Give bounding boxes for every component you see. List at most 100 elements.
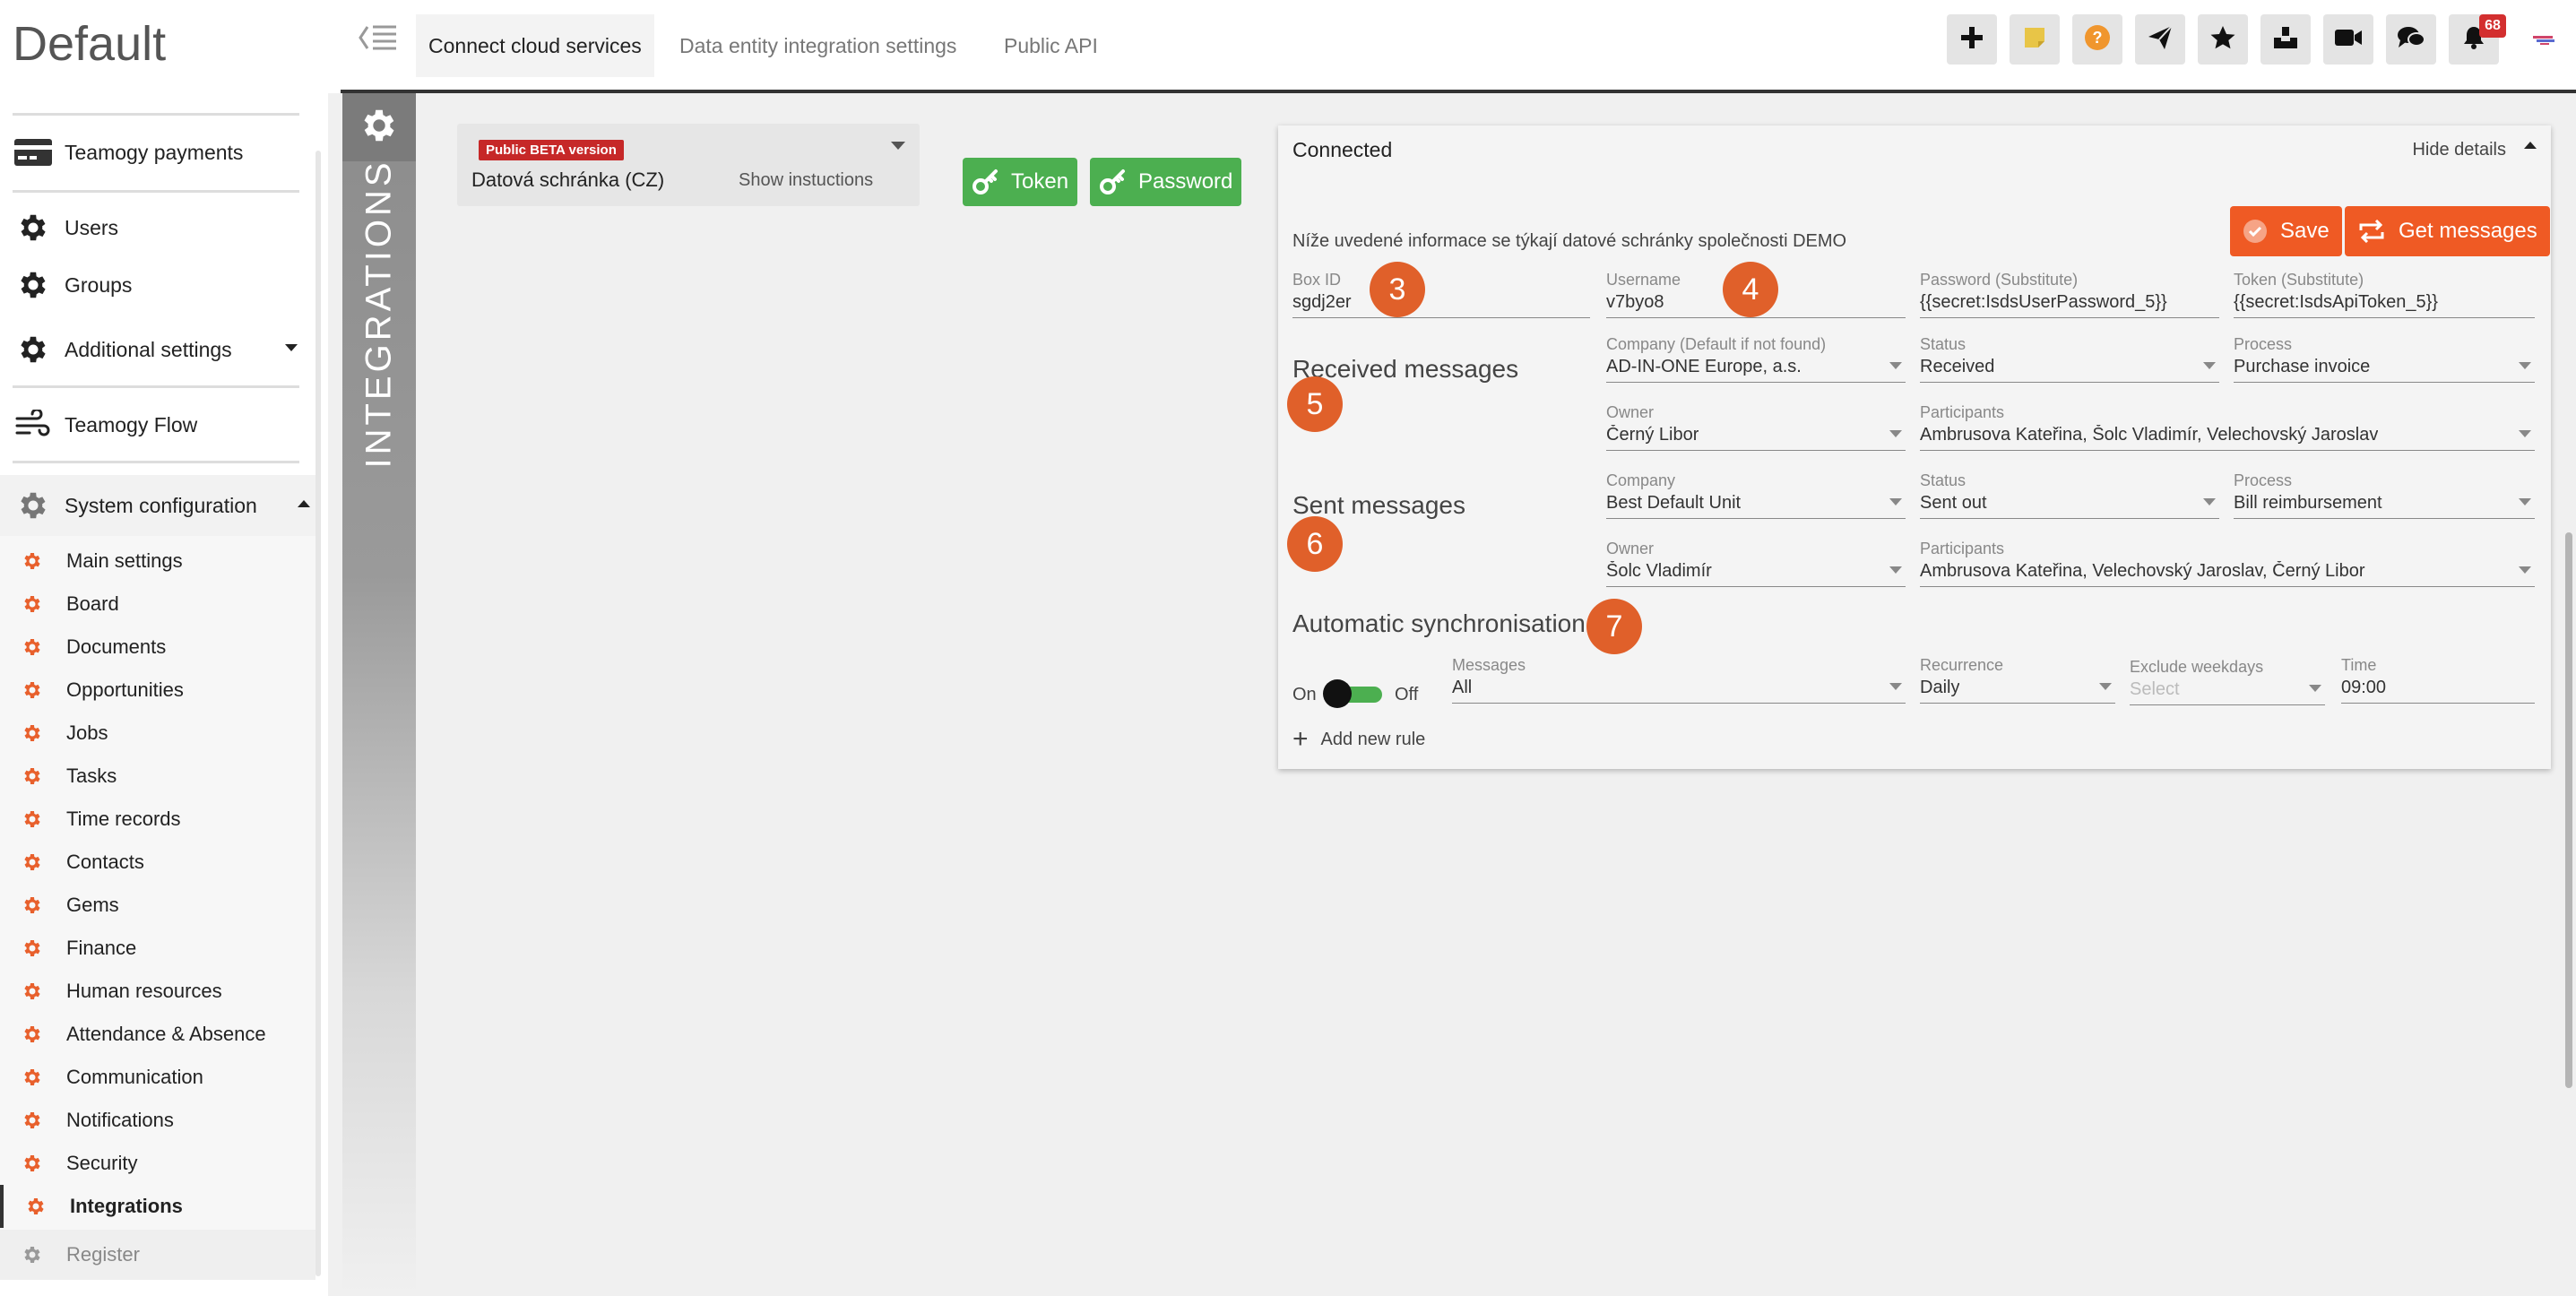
token-substitute-field[interactable]: Token (Substitute) {{secret:IsdsApiToken…: [2234, 271, 2535, 318]
box-id-field[interactable]: Box ID sgdj2er: [1292, 271, 1590, 318]
sidebar-item-users[interactable]: Users: [0, 199, 305, 256]
annotation-marker-7: 7: [1586, 599, 1642, 654]
gear-icon: [11, 483, 56, 528]
sidebar-subitem-documents[interactable]: Documents: [0, 626, 292, 669]
token-button[interactable]: Token: [963, 158, 1078, 206]
sync-exclude-weekdays-select[interactable]: Exclude weekdays Select: [2130, 658, 2325, 705]
dropdown-arrow-icon: [1889, 362, 1902, 369]
sidebar-item-label: Teamogy payments: [65, 140, 244, 164]
settings-gear-button[interactable]: [342, 93, 416, 161]
integration-name: Datová schránka (CZ): [471, 168, 665, 191]
sidebar-subitem-security[interactable]: Security: [0, 1142, 292, 1185]
hide-details-link[interactable]: Hide details: [2412, 140, 2506, 160]
sidebar-subitem-opportunities[interactable]: Opportunities: [0, 669, 292, 712]
collapse-sidebar-icon[interactable]: [357, 20, 400, 56]
dropdown-arrow-icon: [2203, 362, 2216, 369]
save-button-label: Save: [2280, 219, 2330, 243]
add-new-rule-button[interactable]: + Add new rule: [1292, 726, 1425, 753]
sidebar-subitem-label: Time records: [66, 808, 181, 830]
field-label: Status: [1920, 335, 1967, 353]
key-icon: [972, 168, 998, 195]
sidebar-subitem-board[interactable]: Board: [0, 583, 292, 626]
sidebar-subitem-time-records[interactable]: Time records: [0, 798, 292, 841]
sidebar-item-label: Additional settings: [65, 337, 232, 361]
sidebar-item-teamogy-payments[interactable]: Teamogy payments: [0, 124, 305, 181]
sync-recurrence-select[interactable]: Recurrence Daily: [1920, 656, 2115, 704]
inbox-icon: [2272, 25, 2299, 55]
sidebar-item-groups[interactable]: Groups: [0, 256, 305, 314]
tab-public-api[interactable]: Public API: [991, 14, 1111, 77]
integration-card[interactable]: Public BETA version Datová schránka (CZ)…: [457, 124, 920, 206]
gear-icon: [20, 549, 45, 574]
sent-company-select[interactable]: Company Best Default Unit: [1606, 471, 1906, 519]
inbox-button[interactable]: [2260, 14, 2311, 65]
chat-button[interactable]: [2386, 14, 2436, 65]
sticky-notes-button[interactable]: [2010, 14, 2060, 65]
sidebar-subitem-tasks[interactable]: Tasks: [0, 755, 292, 798]
sidebar-subitem-attendance-absence[interactable]: Attendance & Absence: [0, 1013, 292, 1056]
app-title: Default: [13, 17, 167, 71]
sent-owner-select[interactable]: Owner Šolc Vladimír: [1606, 540, 1906, 587]
main-scrollbar[interactable]: [2565, 532, 2572, 1088]
add-button[interactable]: [1947, 14, 1997, 65]
sidebar-subitem-label: Documents: [66, 635, 167, 658]
password-button[interactable]: Password: [1090, 158, 1242, 206]
sidebar-item-system-configuration[interactable]: System configuration: [0, 477, 310, 534]
sent-process-select[interactable]: Process Bill reimbursement: [2234, 471, 2535, 519]
help-button[interactable]: ?: [2072, 14, 2122, 65]
chevron-down-icon: [285, 344, 298, 351]
dropdown-arrow-icon: [2519, 566, 2531, 574]
sync-toggle[interactable]: [1323, 679, 1384, 708]
show-instructions-link[interactable]: Show instuctions: [739, 170, 873, 191]
received-status-select[interactable]: Status Received: [1920, 335, 2219, 383]
tab-connect-cloud-services[interactable]: Connect cloud services: [416, 14, 654, 77]
sync-messages-select[interactable]: Messages All: [1452, 656, 1906, 704]
sync-time-field[interactable]: Time 09:00: [2341, 656, 2535, 704]
sidebar-subitem-human-resources[interactable]: Human resources: [0, 970, 292, 1013]
chevron-up-icon[interactable]: [2524, 142, 2537, 149]
save-button[interactable]: Save: [2230, 206, 2342, 256]
sidebar-subitem-main-settings[interactable]: Main settings: [0, 540, 292, 583]
send-icon: [2147, 24, 2174, 56]
sidebar-subitem-register[interactable]: Register: [0, 1233, 292, 1276]
dropdown-arrow-icon: [1889, 498, 1902, 505]
field-placeholder: Select: [2130, 679, 2180, 699]
sidebar-subitem-finance[interactable]: Finance: [0, 927, 292, 970]
received-owner-select[interactable]: Owner Černý Libor: [1606, 403, 1906, 451]
field-value: Received: [1920, 357, 1995, 376]
field-label: Process: [2234, 335, 2293, 353]
sidebar-subitem-contacts[interactable]: Contacts: [0, 841, 292, 884]
chevron-down-icon[interactable]: [891, 142, 905, 150]
favorites-button[interactable]: [2198, 14, 2248, 65]
video-button[interactable]: [2323, 14, 2373, 65]
sidebar-subitem-communication[interactable]: Communication: [0, 1056, 292, 1099]
sidebar-scrollbar[interactable]: [316, 151, 321, 1276]
field-label: Participants: [1920, 540, 2005, 557]
sent-participants-select[interactable]: Participants Ambrusova Kateřina, Velecho…: [1920, 540, 2535, 587]
toggle-knob: [1323, 679, 1352, 708]
gear-icon: [20, 764, 45, 789]
received-company-select[interactable]: Company (Default if not found) AD-IN-ONE…: [1606, 335, 1906, 383]
sidebar-item-additional-settings[interactable]: Additional settings: [0, 321, 305, 378]
field-value: Šolc Vladimír: [1606, 561, 1712, 581]
sidebar-item-teamogy-flow[interactable]: Teamogy Flow: [0, 396, 305, 454]
sidebar-subitem-gems[interactable]: Gems: [0, 884, 292, 927]
sidebar-subitem-jobs[interactable]: Jobs: [0, 712, 292, 755]
dropdown-arrow-icon: [1889, 430, 1902, 437]
field-label: Password (Substitute): [1920, 271, 2079, 289]
password-substitute-field[interactable]: Password (Substitute) {{secret:IsdsUserP…: [1920, 271, 2219, 318]
send-button[interactable]: [2135, 14, 2185, 65]
get-messages-button[interactable]: Get messages: [2345, 206, 2550, 256]
user-avatar[interactable]: [2529, 27, 2560, 52]
sent-status-select[interactable]: Status Sent out: [1920, 471, 2219, 519]
gear-icon: [20, 979, 45, 1004]
gear-icon: [359, 105, 400, 151]
dropdown-arrow-icon: [2519, 430, 2531, 437]
received-participants-select[interactable]: Participants Ambrusova Kateřina, Šolc Vl…: [1920, 403, 2535, 451]
tab-data-entity-integration-settings[interactable]: Data entity integration settings: [667, 14, 969, 77]
received-process-select[interactable]: Process Purchase invoice: [2234, 335, 2535, 383]
field-value: Sent out: [1920, 493, 1987, 513]
sidebar-subitem-notifications[interactable]: Notifications: [0, 1099, 292, 1142]
annotation-marker-6: 6: [1287, 516, 1343, 572]
sidebar-subitem-integrations[interactable]: Integrations: [0, 1185, 296, 1228]
